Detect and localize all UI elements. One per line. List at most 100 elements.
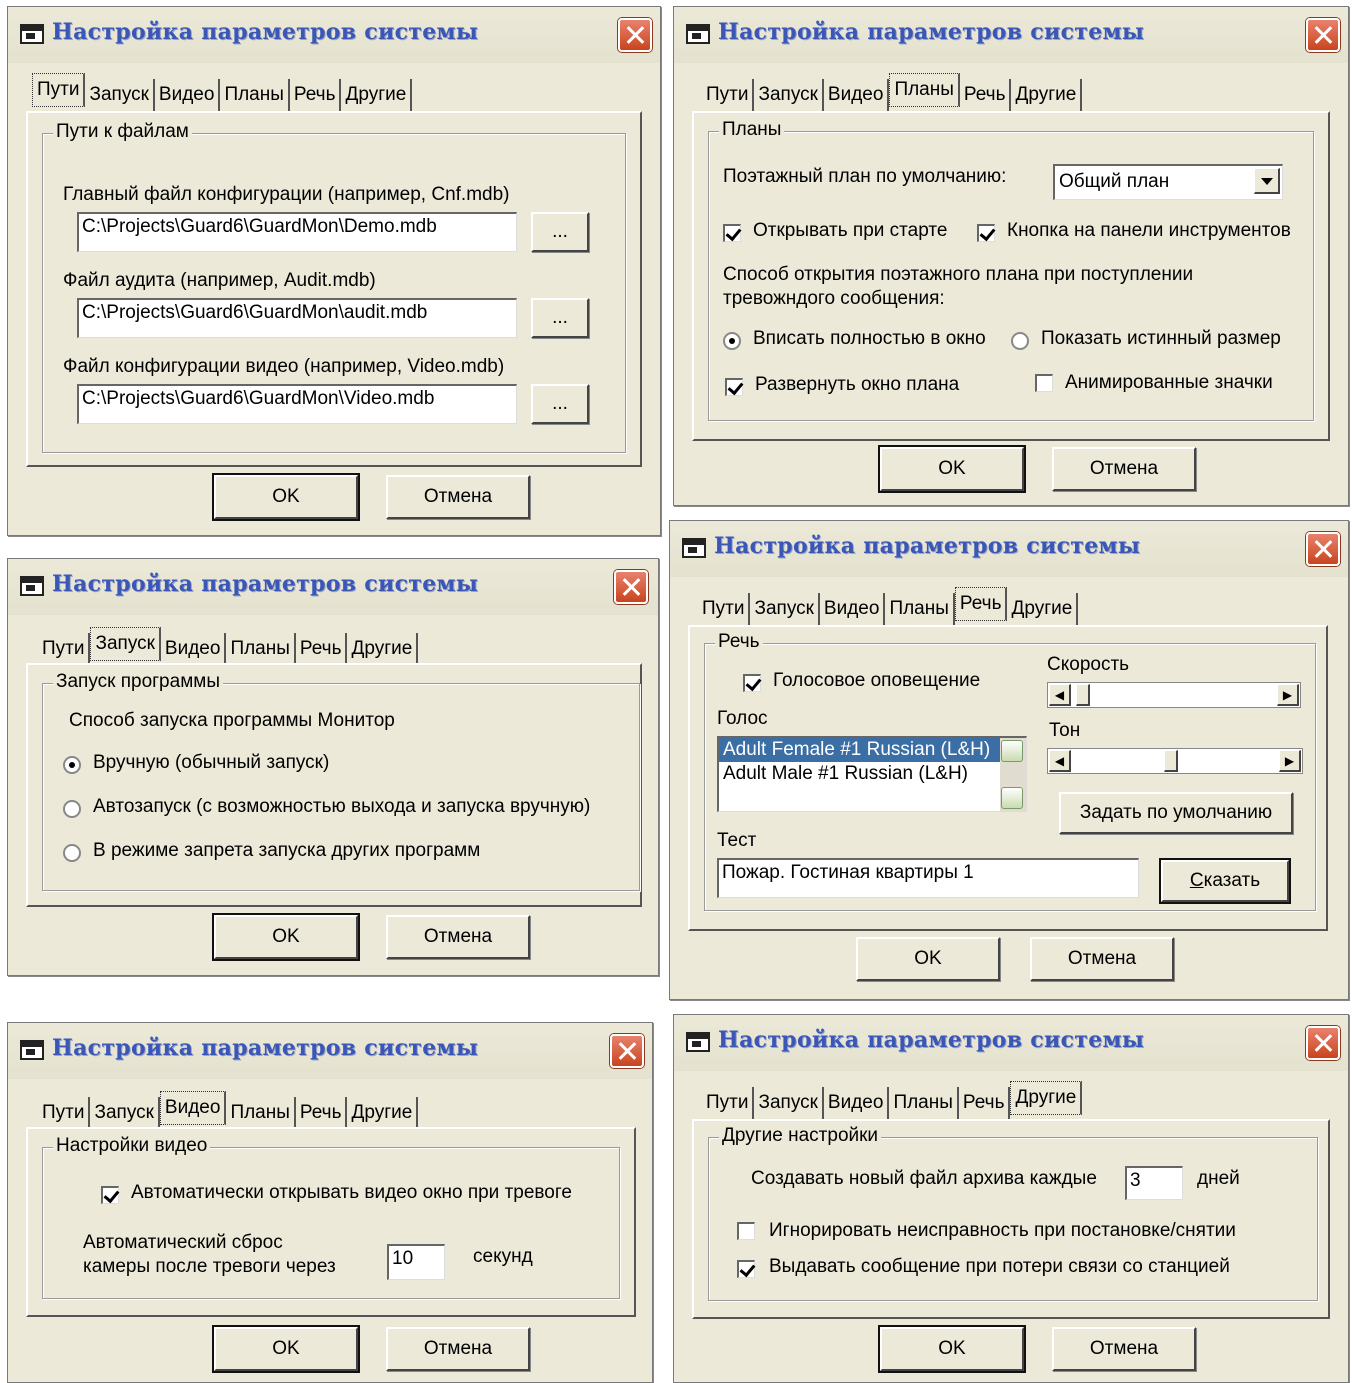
auto-launch-radio[interactable] <box>63 800 81 818</box>
cancel-button[interactable]: Отмена <box>1030 937 1174 981</box>
scrollbar[interactable] <box>1000 738 1026 811</box>
toolbar-button-checkbox[interactable] <box>977 224 995 242</box>
voice-list[interactable]: Adult Female #1 Russian (L&H) Adult Male… <box>717 736 1027 812</box>
tab-plans[interactable]: Планы <box>885 593 955 625</box>
maximize-plan-checkbox[interactable] <box>725 378 743 396</box>
title-bar[interactable]: Настройка параметров системы <box>674 7 1348 63</box>
tab-video[interactable]: Видео <box>820 593 886 625</box>
browse-video-button[interactable]: ... <box>531 384 589 424</box>
set-default-button[interactable]: Задать по умолчанию <box>1059 792 1293 834</box>
slider-thumb[interactable] <box>1076 684 1090 706</box>
tab-paths[interactable]: Пути <box>38 633 91 665</box>
tone-slider[interactable]: ◀ ▶ <box>1047 748 1303 774</box>
arrow-right-icon[interactable]: ▶ <box>1279 750 1301 772</box>
scroll-up-icon[interactable] <box>1001 740 1023 762</box>
title-bar[interactable]: Настройка параметров системы <box>8 1023 652 1079</box>
tab-launch[interactable]: Запуск <box>754 1087 824 1119</box>
tab-launch[interactable]: Запуск <box>754 79 824 111</box>
main-config-input[interactable]: C:\Projects\Guard6\GuardMon\Demo.mdb <box>77 212 517 252</box>
manual-launch-radio[interactable] <box>63 756 81 774</box>
tab-launch[interactable]: Запуск <box>750 593 820 625</box>
animated-icons-checkbox[interactable] <box>1035 374 1053 392</box>
tab-video[interactable]: Видео <box>824 79 890 111</box>
browse-audit-button[interactable]: ... <box>531 298 589 338</box>
true-size-radio[interactable] <box>1011 332 1029 350</box>
cancel-button[interactable]: Отмена <box>1052 447 1196 491</box>
ok-button[interactable]: OK <box>212 913 360 961</box>
cancel-button[interactable]: Отмена <box>386 475 530 519</box>
tab-plans[interactable]: Планы <box>889 1087 959 1119</box>
cancel-button[interactable]: Отмена <box>386 915 530 959</box>
title-bar[interactable]: Настройка параметров системы <box>8 559 658 615</box>
tab-other[interactable]: Другие <box>347 1097 419 1129</box>
ok-button[interactable]: OK <box>212 1325 360 1373</box>
title-bar[interactable]: Настройка параметров системы <box>8 7 660 63</box>
default-plan-select[interactable]: Общий план <box>1053 164 1283 200</box>
voice-alert-checkbox[interactable] <box>743 674 761 692</box>
tab-video[interactable]: Видео <box>161 633 227 665</box>
arrow-right-icon[interactable]: ▶ <box>1277 684 1299 706</box>
reset-seconds-input[interactable]: 10 <box>387 1244 445 1280</box>
tab-speech[interactable]: Речь <box>296 633 348 665</box>
tab-speech[interactable]: Речь <box>959 1087 1011 1119</box>
open-on-start-checkbox[interactable] <box>723 224 741 242</box>
say-button[interactable]: Сказать <box>1159 858 1291 904</box>
close-icon[interactable] <box>614 570 648 604</box>
tab-paths[interactable]: Пути <box>698 593 751 625</box>
ok-button[interactable]: OK <box>856 937 1000 981</box>
tab-paths[interactable]: Пути <box>702 79 755 111</box>
tab-launch[interactable]: Запуск <box>90 627 161 661</box>
tab-speech[interactable]: Речь <box>296 1097 348 1129</box>
tab-plans[interactable]: Планы <box>220 79 290 111</box>
tab-speech[interactable]: Речь <box>290 79 342 111</box>
cancel-button[interactable]: Отмена <box>1052 1327 1196 1371</box>
slider-thumb[interactable] <box>1164 750 1178 772</box>
tab-paths[interactable]: Пути <box>702 1087 755 1119</box>
chevron-down-icon[interactable] <box>1254 168 1280 194</box>
ok-button[interactable]: OK <box>878 1325 1026 1373</box>
arrow-left-icon[interactable]: ◀ <box>1049 750 1071 772</box>
close-icon[interactable] <box>610 1034 644 1068</box>
audit-file-input[interactable]: C:\Projects\Guard6\GuardMon\audit.mdb <box>77 298 517 338</box>
close-icon[interactable] <box>1306 1026 1340 1060</box>
restrict-launch-radio[interactable] <box>63 844 81 862</box>
browse-main-button[interactable]: ... <box>531 212 589 252</box>
test-input[interactable]: Пожар. Гостиная квартиры 1 <box>717 858 1139 898</box>
ok-button[interactable]: OK <box>878 445 1026 493</box>
arrow-left-icon[interactable]: ◀ <box>1049 684 1071 706</box>
tab-paths[interactable]: Пути <box>38 1097 91 1129</box>
close-icon[interactable] <box>1306 532 1340 566</box>
title-bar[interactable]: Настройка параметров системы <box>674 1015 1348 1071</box>
tab-other[interactable]: Другие <box>1007 593 1079 625</box>
tab-video[interactable]: Видео <box>155 79 221 111</box>
tab-other[interactable]: Другие <box>1011 79 1083 111</box>
lost-connection-checkbox[interactable] <box>737 1260 755 1278</box>
tab-video[interactable]: Видео <box>159 1091 227 1125</box>
archive-days-input[interactable]: 3 <box>1125 1166 1183 1200</box>
tab-speech[interactable]: Речь <box>960 79 1012 111</box>
list-item[interactable]: Adult Female #1 Russian (L&H) <box>719 738 1026 762</box>
close-icon[interactable] <box>618 18 652 52</box>
tab-video[interactable]: Видео <box>824 1087 890 1119</box>
tab-other[interactable]: Другие <box>1010 1081 1083 1115</box>
tab-paths[interactable]: Пути <box>32 73 86 107</box>
tab-speech[interactable]: Речь <box>954 587 1008 621</box>
tab-plans[interactable]: Планы <box>226 1097 296 1129</box>
tab-plans[interactable]: Планы <box>889 73 960 107</box>
tab-launch[interactable]: Запуск <box>90 1097 160 1129</box>
tab-plans[interactable]: Планы <box>226 633 296 665</box>
tab-other[interactable]: Другие <box>347 633 419 665</box>
ok-button[interactable]: OK <box>212 473 360 521</box>
speed-slider[interactable]: ◀ ▶ <box>1047 682 1301 708</box>
scroll-down-icon[interactable] <box>1001 787 1023 809</box>
close-icon[interactable] <box>1306 18 1340 52</box>
fit-window-radio[interactable] <box>723 332 741 350</box>
tab-other[interactable]: Другие <box>341 79 413 111</box>
list-item[interactable]: Adult Male #1 Russian (L&H) <box>719 762 1026 786</box>
ignore-fault-checkbox[interactable] <box>737 1222 755 1240</box>
tab-launch[interactable]: Запуск <box>85 79 155 111</box>
title-bar[interactable]: Настройка параметров системы <box>670 521 1348 577</box>
cancel-button[interactable]: Отмена <box>386 1327 530 1371</box>
auto-open-video-checkbox[interactable] <box>101 1186 119 1204</box>
video-config-input[interactable]: C:\Projects\Guard6\GuardMon\Video.mdb <box>77 384 517 424</box>
